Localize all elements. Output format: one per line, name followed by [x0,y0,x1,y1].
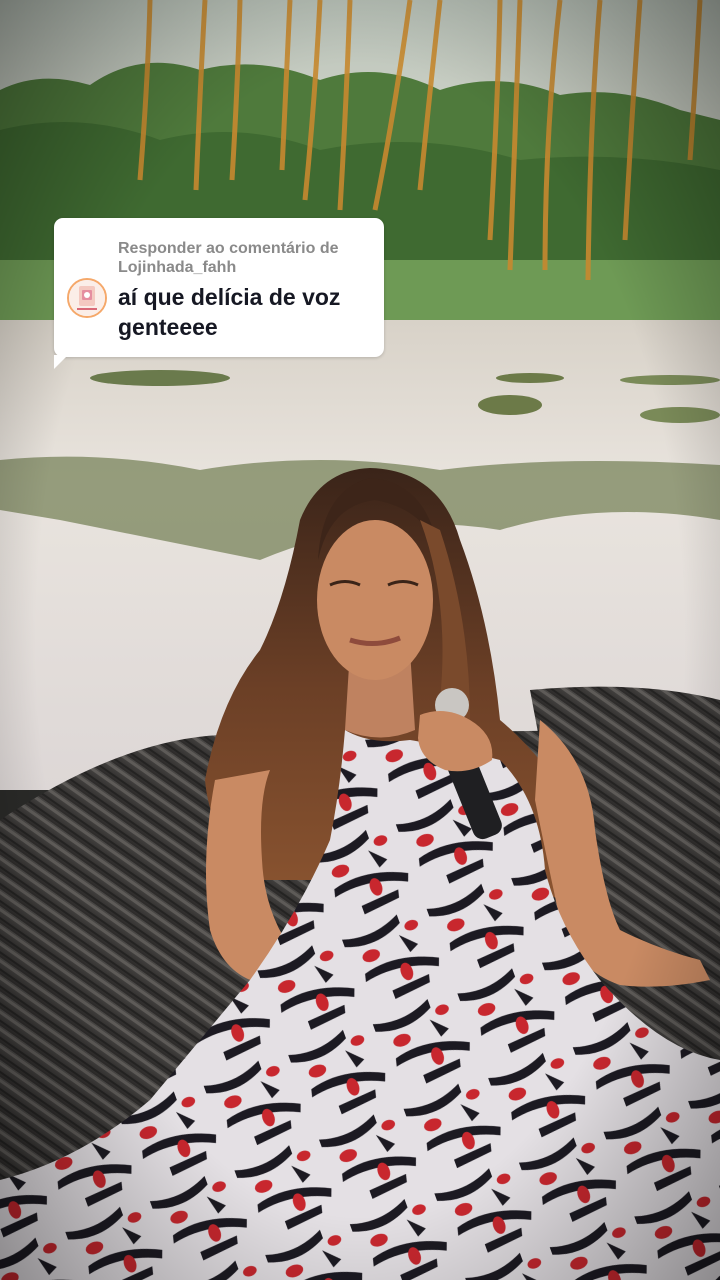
reply-comment-text: aí que delícia de voz genteeee [118,282,378,342]
comment-line-1: aí que delícia de voz [118,284,341,310]
profile-avatar-icon[interactable] [67,278,107,318]
reply-header-label: Responder ao comentário de [118,240,339,257]
reply-comment-sticker[interactable]: Responder ao comentário de Lojinhada_fah… [54,218,384,369]
reply-username[interactable]: Lojinhada_fahh [118,258,373,277]
speech-bubble-tail [54,355,68,369]
reply-header: Responder ao comentário de Lojinhada_fah… [118,239,373,277]
comment-line-2: genteeee [118,314,218,340]
video-background [0,0,720,1280]
video-frame[interactable]: Responder ao comentário de Lojinhada_fah… [0,0,720,1280]
